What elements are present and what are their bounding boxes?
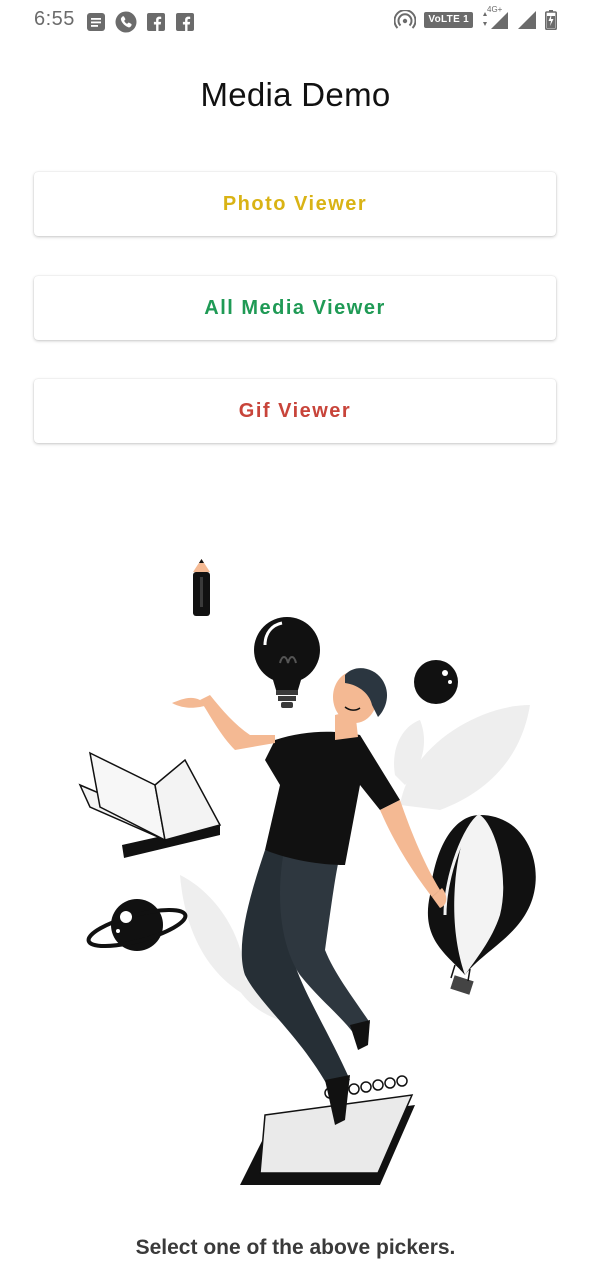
app-screen: 6:55 VoLTE 1 4G+ Media Demo Photo Viewer… [0, 0, 591, 1280]
photo-viewer-label: Photo Viewer [222, 192, 368, 215]
facebook-icon [146, 12, 166, 32]
hotspot-icon [394, 10, 417, 30]
page-title: Media Demo [200, 76, 391, 113]
facebook-icon [175, 12, 195, 32]
book-icon [78, 751, 222, 858]
notebook-icon [240, 1075, 415, 1185]
system-icons: VoLTE 1 4G+ [394, 5, 557, 30]
status-time: 6:55 [34, 8, 75, 30]
notification-icons [86, 11, 195, 33]
phone-icon [115, 11, 137, 33]
all-media-viewer-label: All Media Viewer [204, 296, 386, 319]
lightbulb-icon [254, 617, 320, 708]
status-bar: 6:55 VoLTE 1 4G+ [0, 0, 591, 42]
planet-icon [86, 899, 188, 951]
signal-icon [517, 10, 537, 30]
pencil-icon [193, 559, 210, 616]
photo-viewer-button[interactable]: Photo Viewer [34, 172, 556, 236]
man-juggling-ideas-illustration [60, 545, 560, 1195]
gif-viewer-button[interactable]: Gif Viewer [34, 379, 556, 443]
volte-badge: VoLTE 1 [424, 12, 473, 28]
instruction-text: Select one of the above pickers. [135, 1236, 456, 1259]
gif-viewer-label: Gif Viewer [238, 399, 352, 422]
battery-icon [545, 10, 557, 30]
network-type-label: 4G+ [487, 5, 503, 14]
document-icon [86, 12, 106, 32]
all-media-viewer-button[interactable]: All Media Viewer [34, 276, 556, 340]
signal-icon: 4G+ [481, 5, 509, 30]
ball-icon [414, 660, 458, 704]
